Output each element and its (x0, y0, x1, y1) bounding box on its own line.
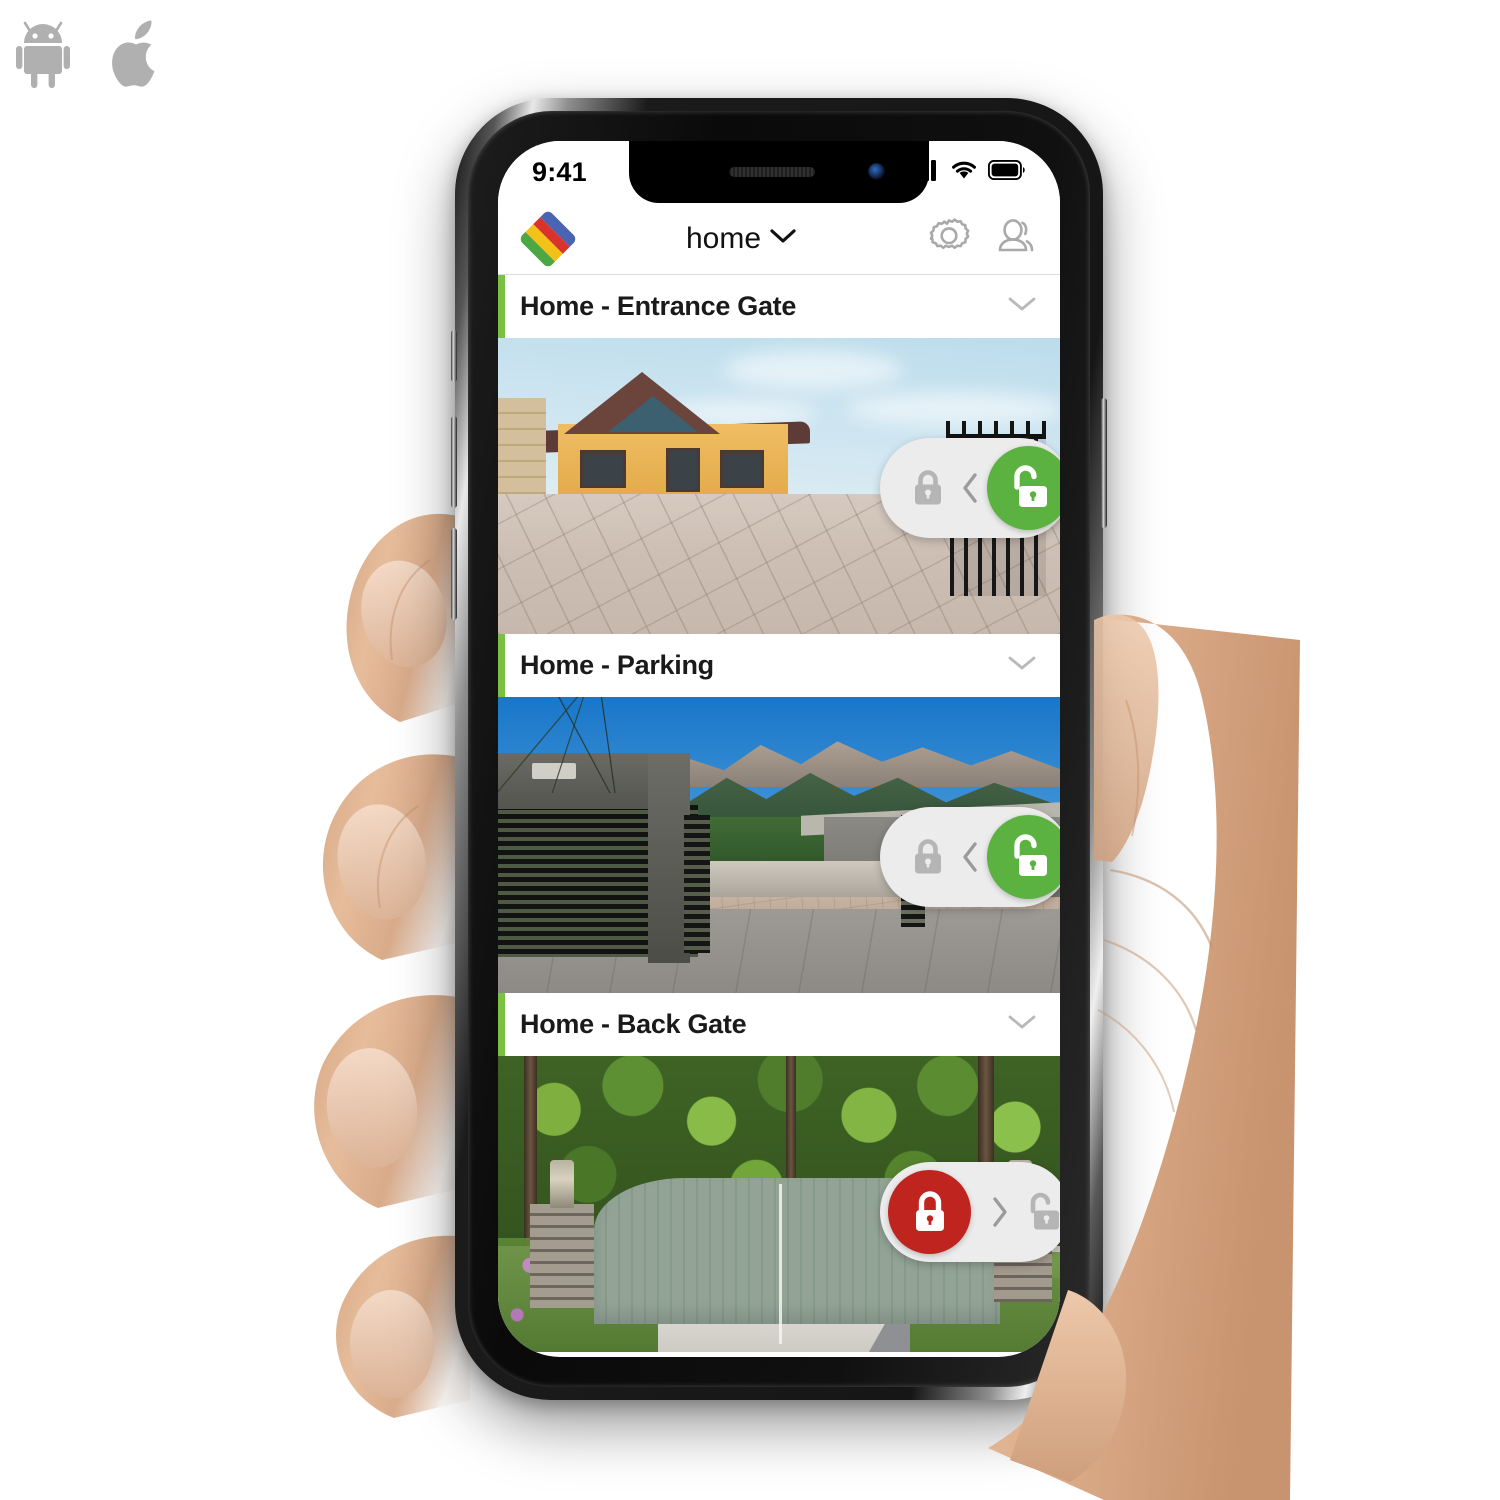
phone-device: 9:41 home Home - Entrance Gate Home - Pa… (451, 98, 1107, 1400)
camera-feed[interactable] (498, 697, 1060, 993)
door (666, 448, 700, 492)
volume-down-button[interactable] (451, 528, 457, 620)
app-header: home (498, 203, 1060, 275)
lock-icon (902, 468, 953, 508)
home-selector-label: home (685, 221, 762, 255)
home-selector[interactable]: home (556, 222, 926, 256)
status-accent-bar (498, 634, 505, 697)
chevron-right-icon (983, 1195, 1017, 1229)
profile-button[interactable] (992, 213, 1038, 264)
camera-card: Home - Back Gate (498, 993, 1060, 1352)
status-accent-bar (498, 275, 505, 338)
front-camera (868, 163, 885, 180)
pillar-lantern (550, 1160, 574, 1208)
phone-bezel: 9:41 home Home - Entrance Gate Home - Pa… (468, 111, 1090, 1387)
screenshot-canvas: 9:41 home Home - Entrance Gate Home - Pa… (0, 0, 1500, 1500)
volume-up-button[interactable] (451, 416, 457, 508)
android-logo (16, 19, 78, 89)
unlock-knob[interactable] (986, 446, 1060, 530)
settings-button[interactable] (926, 213, 972, 264)
camera-title: Home - Entrance Gate (520, 291, 797, 321)
camera-card-header[interactable]: Home - Parking (498, 634, 1060, 697)
earpiece-speaker (729, 167, 816, 177)
lock-toggle[interactable] (880, 1162, 1060, 1262)
chevron-down-icon[interactable] (1006, 653, 1038, 678)
battery-icon (987, 159, 1026, 185)
stone-pillar (530, 1204, 594, 1308)
gate-seam (779, 1184, 782, 1344)
status-time: 9:41 (532, 156, 587, 187)
platform-badges (16, 18, 166, 90)
chevron-down-icon (770, 228, 796, 249)
app-logo-mark (518, 208, 578, 269)
camera-card-header[interactable]: Home - Entrance Gate (498, 275, 1060, 338)
chevron-left-icon (953, 471, 987, 505)
app-logo[interactable] (518, 208, 578, 269)
chevron-down-icon[interactable] (1006, 1012, 1038, 1037)
wifi-icon (950, 159, 978, 185)
power-button[interactable] (1101, 398, 1107, 528)
header-actions (926, 213, 1038, 264)
mute-switch[interactable] (451, 330, 457, 382)
unlock-knob[interactable] (986, 815, 1060, 899)
phone-screen: 9:41 home Home - Entrance Gate Home - Pa… (498, 141, 1060, 1357)
window (580, 450, 626, 488)
chevron-left-icon (953, 840, 987, 874)
apple-logo (104, 18, 166, 90)
bare-branches (498, 697, 678, 793)
chevron-down-icon[interactable] (1006, 294, 1038, 319)
camera-card-header[interactable]: Home - Back Gate (498, 993, 1060, 1056)
camera-card: Home - Parking (498, 634, 1060, 993)
unlock-icon (1017, 1191, 1060, 1233)
cloud (722, 350, 903, 390)
camera-card: Home - Entrance Gate (498, 275, 1060, 634)
lock-toggle[interactable] (880, 438, 1060, 538)
gate-slats-secondary (684, 815, 710, 953)
camera-feed[interactable] (498, 338, 1060, 634)
lock-toggle[interactable] (880, 807, 1060, 907)
camera-feed[interactable] (498, 1056, 1060, 1352)
camera-title: Home - Parking (520, 650, 714, 680)
notch (629, 141, 929, 203)
gable-window (608, 396, 698, 432)
status-accent-bar (498, 993, 505, 1056)
camera-title: Home - Back Gate (520, 1009, 747, 1039)
window (720, 450, 764, 488)
lock-knob[interactable] (888, 1170, 972, 1254)
lock-icon (902, 837, 953, 877)
